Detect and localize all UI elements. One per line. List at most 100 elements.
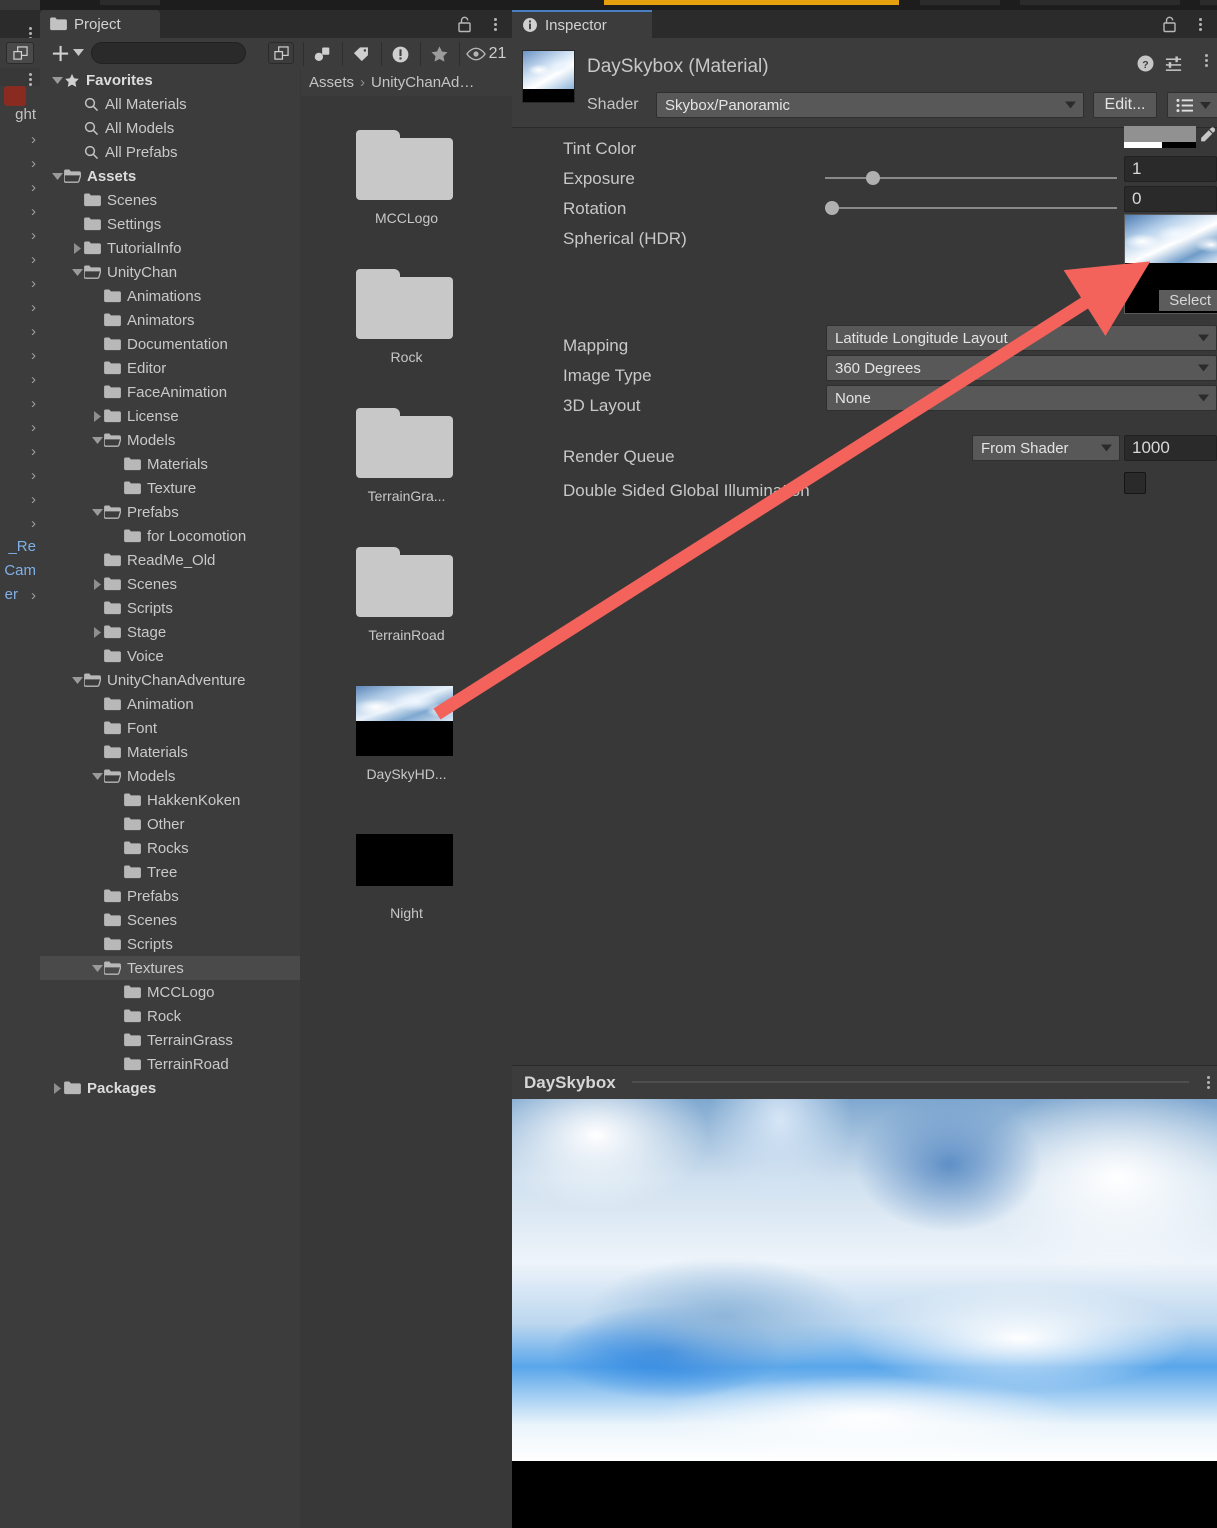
fold-toggle[interactable] — [70, 677, 84, 684]
chevron-right-icon[interactable]: › — [31, 203, 36, 220]
select-texture-button[interactable]: Select — [1159, 290, 1217, 311]
tree-item-rock[interactable]: Rock — [40, 1004, 300, 1028]
hierarchy-row[interactable]: › — [0, 128, 40, 152]
hierarchy-tree-sliver[interactable]: ght›››››››››››››››››_ReCamer› — [0, 86, 40, 1528]
hierarchy-row[interactable]: › — [0, 368, 40, 392]
kebab-icon[interactable] — [1205, 53, 1209, 69]
chevron-down-icon[interactable] — [72, 677, 83, 684]
tree-item-scenes[interactable]: Scenes — [40, 572, 300, 596]
hierarchy-row[interactable]: › — [0, 176, 40, 200]
fold-toggle[interactable] — [90, 411, 104, 422]
tab-project[interactable]: Project — [40, 10, 160, 38]
asset-thumbnail[interactable] — [356, 408, 453, 478]
chevron-right-icon[interactable] — [74, 243, 81, 254]
hierarchy-row[interactable]: _Re — [0, 536, 40, 560]
breadcrumb-assets[interactable]: Assets — [309, 74, 354, 91]
chevron-down-icon[interactable] — [92, 437, 103, 444]
fold-toggle[interactable] — [90, 437, 104, 444]
hierarchy-row[interactable]: › — [0, 200, 40, 224]
settings-icon[interactable] — [1164, 54, 1183, 73]
chevron-right-icon[interactable]: › — [31, 155, 36, 172]
chevron-right-icon[interactable]: › — [31, 443, 36, 460]
tree-item-voice[interactable]: Voice — [40, 644, 300, 668]
edit-shader-button[interactable]: Edit... — [1093, 92, 1157, 118]
chevron-right-icon[interactable]: › — [31, 491, 36, 508]
spherical-hdr-texture-slot[interactable]: Select — [1124, 214, 1217, 314]
asset-thumbnail[interactable] — [356, 825, 453, 895]
tree-item-animators[interactable]: Animators — [40, 308, 300, 332]
shader-dropdown[interactable]: Skybox/Panoramic — [656, 92, 1084, 118]
chevron-right-icon[interactable] — [94, 411, 101, 422]
chevron-right-icon[interactable]: › — [31, 179, 36, 196]
fold-toggle[interactable] — [90, 579, 104, 590]
tree-item-materials[interactable]: Materials — [40, 740, 300, 764]
chevron-right-icon[interactable]: › — [31, 419, 36, 436]
chevron-down-icon[interactable] — [92, 965, 103, 972]
search-field[interactable] — [91, 42, 246, 64]
hierarchy-row[interactable]: › — [0, 272, 40, 296]
tree-item-tree[interactable]: Tree — [40, 860, 300, 884]
chevron-right-icon[interactable]: › — [31, 251, 36, 268]
fold-toggle[interactable] — [50, 77, 64, 84]
tint-color-swatch[interactable] — [1124, 126, 1196, 148]
tree-item-terrainroad[interactable]: TerrainRoad — [40, 1052, 300, 1076]
help-icon[interactable]: ? — [1136, 54, 1155, 73]
tree-item-materials[interactable]: Materials — [40, 452, 300, 476]
render-queue-mode-dropdown[interactable]: From Shader — [972, 435, 1120, 461]
tree-item-terraingrass[interactable]: TerrainGrass — [40, 1028, 300, 1052]
hierarchy-row[interactable]: › — [0, 152, 40, 176]
chevron-down-icon[interactable] — [92, 773, 103, 780]
tree-item-prefabs[interactable]: Prefabs — [40, 884, 300, 908]
chevron-right-icon[interactable]: › — [31, 371, 36, 388]
hierarchy-row[interactable]: › — [0, 224, 40, 248]
tree-item-models[interactable]: Models — [40, 764, 300, 788]
tree-item-unitychan[interactable]: UnityChan — [40, 260, 300, 284]
hierarchy-row[interactable]: ght — [0, 104, 40, 128]
tree-item-all-materials[interactable]: All Materials — [40, 92, 300, 116]
hierarchy-row[interactable]: er› — [0, 584, 40, 608]
fold-toggle[interactable] — [90, 627, 104, 638]
rotation-slider[interactable] — [825, 200, 1117, 216]
mapping-dropdown[interactable]: Latitude Longitude Layout — [826, 325, 1217, 351]
kebab-icon[interactable] — [1199, 17, 1203, 33]
asset-thumbnail[interactable] — [356, 130, 453, 200]
search-expand-button[interactable] — [268, 42, 294, 64]
fold-toggle[interactable] — [90, 965, 104, 972]
fold-toggle[interactable] — [70, 243, 84, 254]
tree-item-license[interactable]: License — [40, 404, 300, 428]
tree-item-font[interactable]: Font — [40, 716, 300, 740]
exposure-slider-knob[interactable] — [866, 171, 880, 185]
tree-item-favorites[interactable]: Favorites — [40, 68, 300, 92]
tree-item-all-models[interactable]: All Models — [40, 116, 300, 140]
chevron-right-icon[interactable]: › — [31, 299, 36, 316]
asset-thumbnail[interactable] — [356, 686, 453, 756]
fold-toggle[interactable] — [70, 269, 84, 276]
hierarchy-row[interactable]: › — [0, 296, 40, 320]
chevron-down-icon[interactable] — [52, 173, 63, 180]
tree-item-packages[interactable]: Packages — [40, 1076, 300, 1100]
tree-item-models[interactable]: Models — [40, 428, 300, 452]
tree-item-scenes[interactable]: Scenes — [40, 188, 300, 212]
render-queue-value-field[interactable]: 1000 — [1124, 435, 1217, 461]
project-tree[interactable]: FavoritesAll MaterialsAll ModelsAll Pref… — [40, 68, 300, 1528]
exposure-slider[interactable] — [825, 170, 1117, 186]
hierarchy-row[interactable]: › — [0, 344, 40, 368]
search-expand-icon[interactable] — [6, 42, 34, 64]
kebab-icon[interactable] — [494, 17, 498, 33]
add-asset-button[interactable] — [48, 41, 72, 65]
kebab-icon[interactable] — [1207, 1075, 1211, 1091]
tree-item-stage[interactable]: Stage — [40, 620, 300, 644]
filter-label-button[interactable] — [342, 42, 380, 66]
exposure-value-field[interactable]: 1 — [1124, 156, 1217, 182]
hierarchy-row[interactable]: › — [0, 248, 40, 272]
unlock-icon[interactable] — [457, 16, 472, 33]
filter-favorite-button[interactable] — [420, 42, 458, 66]
tree-item-scripts[interactable]: Scripts — [40, 596, 300, 620]
hierarchy-row[interactable]: › — [0, 488, 40, 512]
asset-thumbnail[interactable] — [356, 269, 453, 339]
double-sided-gi-checkbox[interactable] — [1124, 472, 1146, 494]
preset-button[interactable] — [1167, 92, 1217, 118]
tree-item-readme-old[interactable]: ReadMe_Old — [40, 548, 300, 572]
chevron-right-icon[interactable]: › — [31, 227, 36, 244]
chevron-right-icon[interactable]: › — [31, 587, 36, 604]
